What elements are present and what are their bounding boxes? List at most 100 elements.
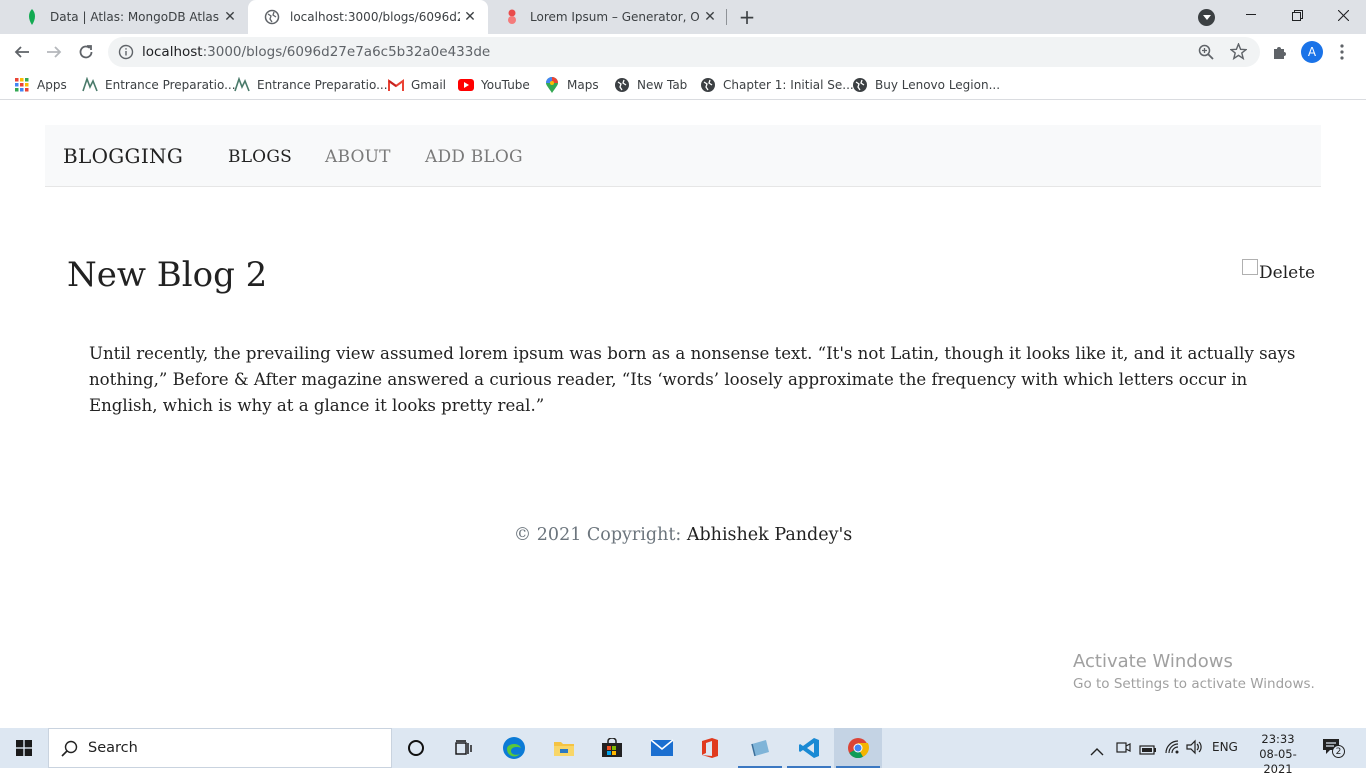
gmail-icon [388, 77, 404, 93]
broken-image-icon [1242, 259, 1258, 275]
windows-taskbar: Search ENG 23:33 08-05-2021 2 [0, 728, 1366, 776]
back-arrow-icon[interactable] [8, 38, 36, 66]
youtube-icon [458, 77, 474, 93]
page-content: BLOGGING BLOGS ABOUT ADD BLOG New Blog 2… [0, 101, 1366, 728]
tab-separator [726, 9, 727, 25]
edge-browser-icon[interactable] [490, 728, 538, 768]
lorem-ipsum-icon [504, 9, 520, 25]
bookmark-label: Chapter 1: Initial Se... [723, 78, 854, 92]
volume-icon[interactable] [1186, 739, 1204, 759]
clock-date: 08-05-2021 [1259, 747, 1297, 776]
browser-toolbar: localhost:3000/blogs/6096d27e7a6c5b32a0e… [0, 34, 1366, 70]
tab-mongodb-atlas[interactable]: Data | Atlas: MongoDB Atlas ✕ [8, 0, 248, 34]
restore-icon[interactable] [1274, 0, 1320, 30]
mail-icon[interactable] [638, 728, 686, 768]
bookmark-label: YouTube [481, 78, 530, 92]
nav-link-add-blog[interactable]: ADD BLOG [425, 147, 523, 167]
close-icon[interactable]: ✕ [700, 7, 720, 27]
delete-button[interactable]: Delete [1242, 259, 1315, 283]
tab-lorem-ipsum[interactable]: Lorem Ipsum – Generator, Origins and Mea… [488, 0, 728, 34]
wifi-icon[interactable] [1164, 739, 1182, 759]
url-path: :3000/blogs/6096d27e7a6c5b32a0e433de [202, 44, 491, 60]
cortana-icon[interactable] [392, 728, 440, 768]
browser-tab-strip: Data | Atlas: MongoDB Atlas ✕ localhost:… [0, 0, 1366, 34]
bookmark-star-icon[interactable] [1229, 42, 1248, 64]
close-icon[interactable]: ✕ [220, 7, 240, 27]
close-icon[interactable]: ✕ [460, 7, 480, 27]
tray-overflow-chevron-icon[interactable] [1090, 741, 1104, 760]
task-view-icon[interactable] [440, 728, 488, 768]
address-bar[interactable]: localhost:3000/blogs/6096d27e7a6c5b32a0e… [108, 37, 1260, 67]
bookmark-maps[interactable]: Maps [544, 76, 599, 94]
bookmark-lenovo[interactable]: Buy Lenovo Legion... [852, 76, 1000, 94]
bookmark-label: Entrance Preparatio... [105, 78, 236, 92]
chrome-icon[interactable] [834, 728, 882, 768]
search-placeholder: Search [88, 740, 138, 756]
clock[interactable]: 23:33 08-05-2021 [1252, 732, 1304, 777]
notification-count-badge: 2 [1332, 745, 1345, 758]
tab-title: Data | Atlas: MongoDB Atlas [50, 10, 220, 24]
blog-body: Until recently, the prevailing view assu… [89, 344, 1296, 415]
extensions-puzzle-icon[interactable] [1266, 38, 1294, 66]
vscode-icon[interactable] [785, 728, 833, 768]
tab-search-dropdown-icon[interactable] [1198, 9, 1215, 26]
globe-icon [614, 77, 630, 93]
meet-now-icon[interactable] [1116, 740, 1131, 759]
watermark-subtitle: Go to Settings to activate Windows. [1073, 676, 1315, 692]
bookmark-youtube[interactable]: YouTube [458, 76, 530, 94]
store-icon[interactable] [588, 728, 636, 768]
bookmark-label: Apps [37, 78, 67, 92]
footer-copyright: © 2021 Copyright: [513, 525, 687, 545]
new-tab-plus-icon[interactable]: + [736, 5, 758, 29]
site-info-icon[interactable] [118, 44, 134, 64]
bookmark-label: Buy Lenovo Legion... [875, 78, 1001, 92]
url-host: localhost [142, 44, 203, 60]
activate-windows-watermark: Activate Windows Go to Settings to activ… [1073, 651, 1315, 692]
bookmark-entrance-1[interactable]: Entrance Preparatio... [82, 76, 236, 94]
site-navbar: BLOGGING BLOGS ABOUT ADD BLOG [45, 125, 1321, 187]
bookmark-apps[interactable]: Apps [14, 76, 67, 94]
profile-avatar[interactable]: A [1301, 41, 1323, 63]
reload-icon[interactable] [72, 38, 100, 66]
zoom-icon[interactable] [1198, 44, 1214, 64]
site-footer: © 2021 Copyright: Abhishek Pandey's [0, 525, 1366, 545]
nav-link-blogs[interactable]: BLOGS [228, 147, 292, 167]
battery-icon[interactable] [1139, 741, 1157, 760]
url-text: localhost:3000/blogs/6096d27e7a6c5b32a0e… [142, 44, 490, 60]
bookmark-label: New Tab [637, 78, 688, 92]
search-icon [61, 740, 78, 761]
apps-grid-icon [14, 77, 30, 93]
office-icon[interactable] [686, 728, 734, 768]
more-menu-icon[interactable] [1328, 38, 1356, 66]
forward-arrow-icon[interactable] [40, 38, 68, 66]
tab-localhost-blog[interactable]: localhost:3000/blogs/6096d27e7a6c5b32a0e… [248, 0, 488, 34]
entrance-icon [82, 77, 98, 93]
file-explorer-icon[interactable] [540, 728, 588, 768]
nav-link-about[interactable]: ABOUT [325, 147, 391, 167]
bookmarks-bar: Apps Entrance Preparatio... Entrance Pre… [0, 70, 1366, 100]
bookmark-entrance-2[interactable]: Entrance Preparatio... [234, 76, 388, 94]
globe-icon [852, 77, 868, 93]
bookmark-gmail[interactable]: Gmail [388, 76, 446, 94]
taskbar-search-input[interactable]: Search [48, 728, 392, 768]
bookmark-label: Maps [567, 78, 599, 92]
window-close-icon[interactable] [1320, 0, 1366, 30]
footer-author-link[interactable]: Abhishek Pandey's [687, 525, 852, 545]
tab-title: Lorem Ipsum – Generator, Origins and Mea… [530, 10, 700, 24]
entrance-icon [234, 77, 250, 93]
notes-app-icon[interactable] [736, 728, 784, 768]
watermark-title: Activate Windows [1073, 651, 1233, 672]
globe-icon [264, 9, 280, 25]
bookmark-chapter-1[interactable]: Chapter 1: Initial Se... [700, 76, 854, 94]
clock-time: 23:33 [1261, 732, 1295, 746]
mongodb-leaf-icon [24, 9, 40, 25]
minimize-icon[interactable] [1228, 0, 1274, 30]
windows-start-icon[interactable] [0, 728, 48, 768]
blog-title: New Blog 2 [67, 255, 268, 295]
bookmark-label: Entrance Preparatio... [257, 78, 388, 92]
bookmark-new-tab[interactable]: New Tab [614, 76, 687, 94]
notification-center-icon[interactable]: 2 [1322, 738, 1345, 760]
site-brand[interactable]: BLOGGING [63, 144, 183, 168]
maps-pin-icon [544, 77, 560, 93]
input-language[interactable]: ENG [1212, 740, 1238, 754]
